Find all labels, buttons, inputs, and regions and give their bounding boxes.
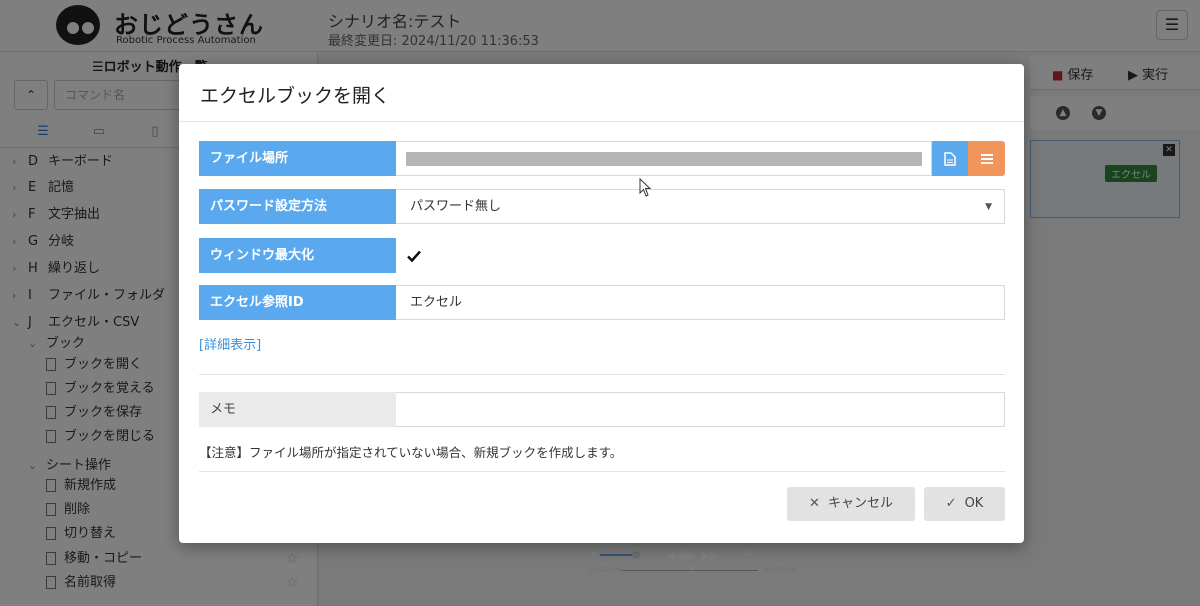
dialog-header: エクセルブックを開く [179,64,1024,122]
divider [199,374,1005,375]
divider [199,471,1005,472]
caret-down-icon: ▼ [985,202,992,212]
show-details-link[interactable]: [詳細表示] [199,334,261,353]
variable-list-button[interactable] [968,141,1005,176]
mouse-cursor-icon [639,178,652,197]
check-icon: ✓ [945,496,957,511]
file-location-label: ファイル場所 [199,141,396,176]
excel-ref-id-label: エクセル参照ID [199,285,396,320]
maximize-window-checkbox[interactable] [406,248,422,264]
file-icon [944,152,956,166]
notice-text: 【注意】ファイル場所が指定されていない場合、新規ブックを作成します。 [199,445,623,460]
password-method-select[interactable]: パスワード無し ▼ [396,189,1005,224]
password-method-value: パスワード無し [410,199,502,214]
cancel-label: キャンセル [827,496,893,511]
file-location-row: ファイル場所 [199,141,1005,176]
excel-ref-id-input[interactable]: エクセル [396,285,1005,320]
password-method-label: パスワード設定方法 [199,189,396,224]
excel-ref-id-row: エクセル参照ID エクセル [199,285,1005,320]
list-icon [981,154,993,164]
file-path-value [406,152,922,166]
maximize-window-row: ウィンドウ最大化 [199,238,1005,273]
memo-row: メモ [199,392,1005,427]
close-icon: ✕ [809,496,820,511]
open-excel-book-dialog: エクセルブックを開く ファイル場所 パスワード設定方法 パスワード無し ▼ ウィ… [179,64,1024,543]
cancel-button[interactable]: ✕ キャンセル [787,487,915,521]
memo-input[interactable] [396,392,1005,427]
ok-button[interactable]: ✓ OK [924,487,1005,521]
dialog-title: エクセルブックを開く [200,85,391,107]
ok-label: OK [964,496,984,511]
maximize-window-label: ウィンドウ最大化 [199,238,396,273]
memo-label: メモ [199,392,396,427]
browse-file-button[interactable] [932,141,968,176]
password-method-row: パスワード設定方法 パスワード無し ▼ [199,189,1005,224]
file-location-input[interactable] [396,141,932,176]
